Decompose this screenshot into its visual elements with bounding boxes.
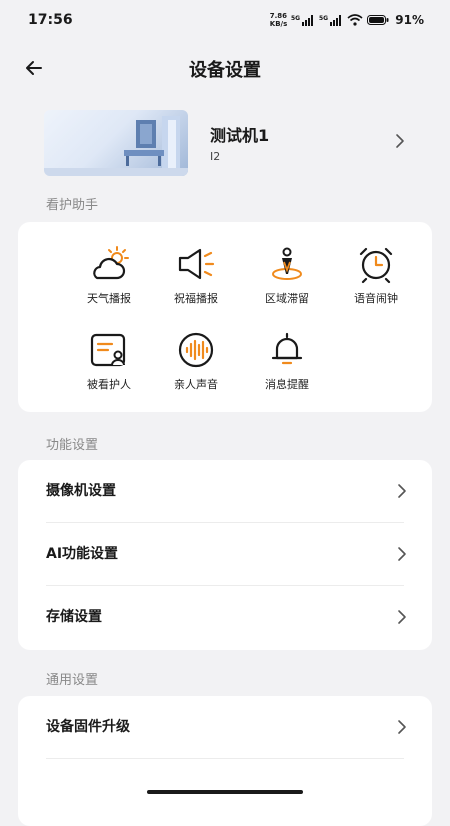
general-settings-card: 设备固件升级 xyxy=(18,696,432,826)
assistant-item-greeting[interactable]: 祝福播报 xyxy=(156,244,236,306)
chevron-right-icon xyxy=(396,134,404,148)
row-label: AI功能设置 xyxy=(46,546,119,562)
chevron-right-icon xyxy=(398,720,406,734)
weather-icon xyxy=(93,246,129,280)
chevron-right-icon xyxy=(398,547,406,561)
assistant-item-alarm[interactable]: 语音闹钟 xyxy=(336,244,416,306)
assistant-card: 天气播报 祝福播报 区域滞留 语音闹钟 被看护人 亲人声音 消息提醒 xyxy=(18,222,432,412)
room-image xyxy=(44,116,188,176)
battery-icon xyxy=(367,15,389,25)
assistant-item-label: 区域滞留 xyxy=(265,292,309,305)
status-time: 17:56 xyxy=(28,12,73,28)
assistant-item-label: 亲人声音 xyxy=(174,378,218,391)
section-label-assistant: 看护助手 xyxy=(46,198,99,213)
nav-header: 设备设置 xyxy=(0,48,450,88)
net-speed-unit: KB/s xyxy=(269,20,288,28)
assistant-item-notification[interactable]: 消息提醒 xyxy=(247,330,327,392)
row-camera-settings[interactable]: 摄像机设置 xyxy=(18,460,432,522)
row-storage-settings[interactable]: 存储设置 xyxy=(18,586,432,648)
profile-card-icon xyxy=(90,333,126,367)
bell-icon xyxy=(271,332,303,365)
home-indicator[interactable] xyxy=(147,790,303,794)
device-card[interactable]: 测试机1 I2 xyxy=(44,108,414,178)
assistant-item-family-voice[interactable]: 亲人声音 xyxy=(156,330,236,392)
chevron-right-icon xyxy=(398,484,406,498)
function-settings-card: 摄像机设置 AI功能设置 存储设置 xyxy=(18,460,432,650)
net-speed-value: 7.86 xyxy=(269,12,288,20)
assistant-item-weather[interactable]: 天气播报 xyxy=(69,244,149,306)
svg-text:5G: 5G xyxy=(291,15,300,22)
row-ai-settings[interactable]: AI功能设置 xyxy=(18,523,432,585)
row-label: 摄像机设置 xyxy=(46,483,116,499)
assistant-item-ward[interactable]: 被看护人 xyxy=(69,330,149,392)
voice-wave-icon xyxy=(178,332,214,368)
status-bar: 17:56 7.86 KB/s 5G 5G 91% xyxy=(0,0,450,40)
assistant-item-label: 祝福播报 xyxy=(174,292,218,305)
area-icon xyxy=(272,247,302,280)
page-title: 设备设置 xyxy=(189,60,261,81)
wifi-icon xyxy=(347,14,363,26)
divider xyxy=(46,758,404,759)
row-label: 设备固件升级 xyxy=(46,719,130,735)
device-id: I2 xyxy=(210,150,221,163)
signal-icon: 5G xyxy=(319,15,342,26)
assistant-item-label: 天气播报 xyxy=(87,292,131,305)
device-name: 测试机1 xyxy=(210,126,270,145)
assistant-item-area[interactable]: 区域滞留 xyxy=(247,244,327,306)
row-label: 存储设置 xyxy=(46,609,102,625)
device-thumbnail xyxy=(44,110,188,176)
assistant-item-label: 消息提醒 xyxy=(265,378,309,391)
status-icons: 7.86 KB/s 5G 5G 91% xyxy=(270,12,424,28)
speaker-icon xyxy=(178,248,215,280)
chevron-right-icon xyxy=(398,610,406,624)
signal-icon: 5G xyxy=(291,15,314,26)
svg-text:5G: 5G xyxy=(319,15,328,22)
net-speed: 7.86 KB/s xyxy=(270,12,287,28)
assistant-item-label: 被看护人 xyxy=(87,378,131,391)
section-label-general: 通用设置 xyxy=(46,673,99,688)
section-label-functions: 功能设置 xyxy=(46,438,99,453)
assistant-grid: 天气播报 祝福播报 区域滞留 语音闹钟 被看护人 亲人声音 消息提醒 xyxy=(18,222,432,412)
assistant-item-label: 语音闹钟 xyxy=(354,292,398,305)
row-firmware-upgrade[interactable]: 设备固件升级 xyxy=(18,696,432,758)
battery-percent: 91% xyxy=(395,13,424,27)
alarm-clock-icon xyxy=(359,247,393,284)
